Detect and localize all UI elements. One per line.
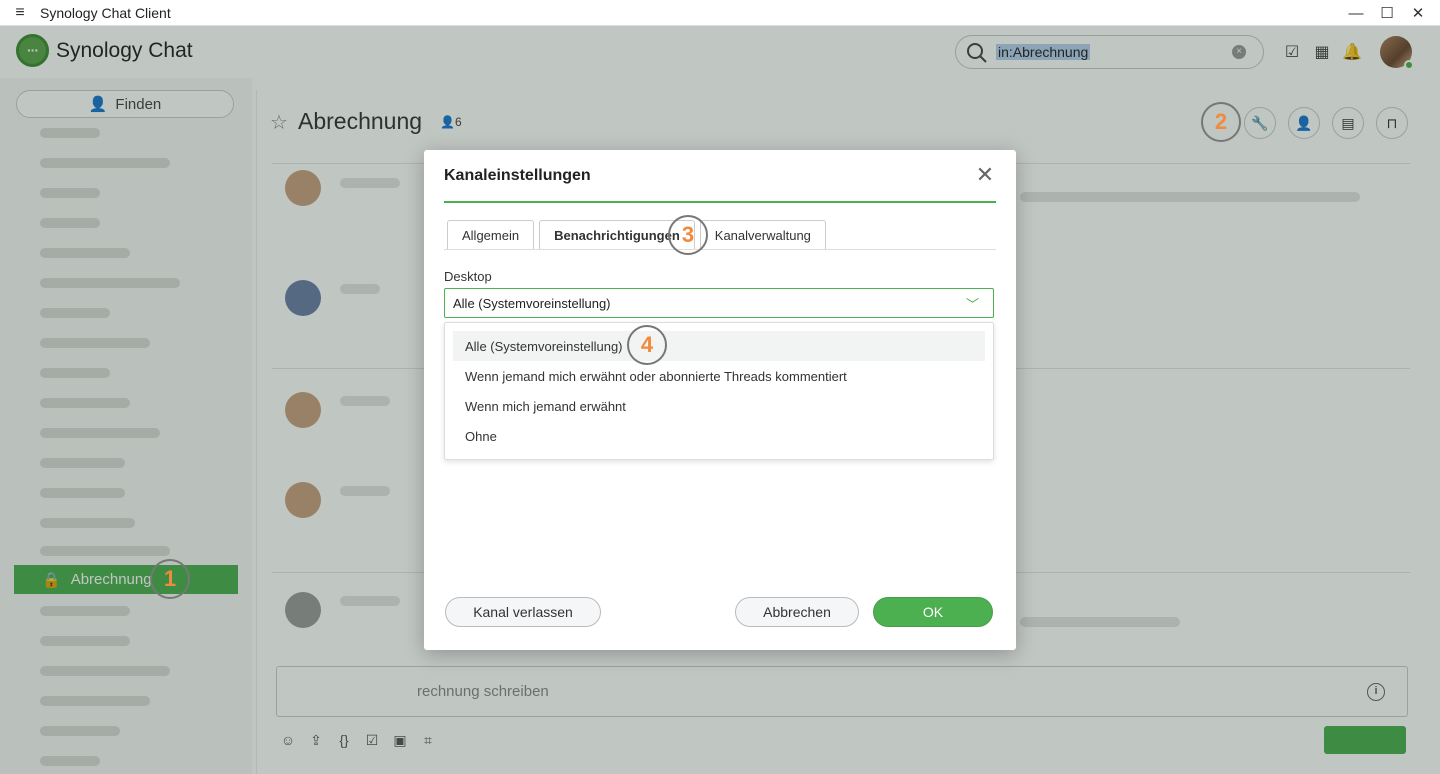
window-titlebar: ≡ Synology Chat Client — ☐ ✕ bbox=[0, 0, 1440, 26]
annotation-marker: 2 bbox=[1201, 102, 1241, 142]
annotation-marker: 4 bbox=[627, 325, 667, 365]
dialog-tabs: Allgemein Benachrichtigungen Kanalverwal… bbox=[447, 220, 831, 250]
maximize-icon[interactable]: ☐ bbox=[1371, 0, 1403, 26]
close-window-icon[interactable]: ✕ bbox=[1402, 0, 1434, 26]
title-divider bbox=[444, 201, 996, 203]
tab-allgemein[interactable]: Allgemein bbox=[447, 220, 535, 250]
tab-divider bbox=[444, 249, 996, 250]
select-value: Alle (Systemvoreinstellung) bbox=[453, 296, 611, 311]
dropdown-option[interactable]: Ohne bbox=[453, 421, 985, 451]
leave-channel-button[interactable]: Kanal verlassen bbox=[445, 597, 601, 627]
desktop-notification-select[interactable]: Alle (Systemvoreinstellung) ﹀ bbox=[444, 288, 994, 318]
minimize-icon[interactable]: — bbox=[1340, 0, 1372, 26]
cancel-button[interactable]: Abbrechen bbox=[735, 597, 859, 627]
annotation-marker: 1 bbox=[150, 559, 190, 599]
dialog-title: Kanaleinstellungen bbox=[444, 167, 591, 184]
dropdown-option[interactable]: Wenn jemand mich erwähnt oder abonnierte… bbox=[453, 361, 985, 391]
dropdown-list: Alle (Systemvoreinstellung) Wenn jemand … bbox=[444, 322, 994, 460]
channel-settings-dialog: Kanaleinstellungen ✕ Allgemein Benachric… bbox=[424, 150, 1016, 650]
annotation-marker: 3 bbox=[668, 215, 708, 255]
window-title: Synology Chat Client bbox=[40, 4, 171, 21]
desktop-label: Desktop bbox=[444, 269, 492, 284]
chevron-down-icon: ﹀ bbox=[965, 297, 979, 312]
dropdown-option[interactable]: Wenn mich jemand erwähnt bbox=[453, 391, 985, 421]
tab-kanalverwaltung[interactable]: Kanalverwaltung bbox=[699, 220, 826, 250]
ok-button[interactable]: OK bbox=[873, 597, 993, 627]
close-icon[interactable]: ✕ bbox=[974, 162, 996, 187]
hamburger-menu-icon[interactable]: ≡ bbox=[0, 4, 40, 22]
dropdown-option[interactable]: Alle (Systemvoreinstellung) bbox=[453, 331, 985, 361]
